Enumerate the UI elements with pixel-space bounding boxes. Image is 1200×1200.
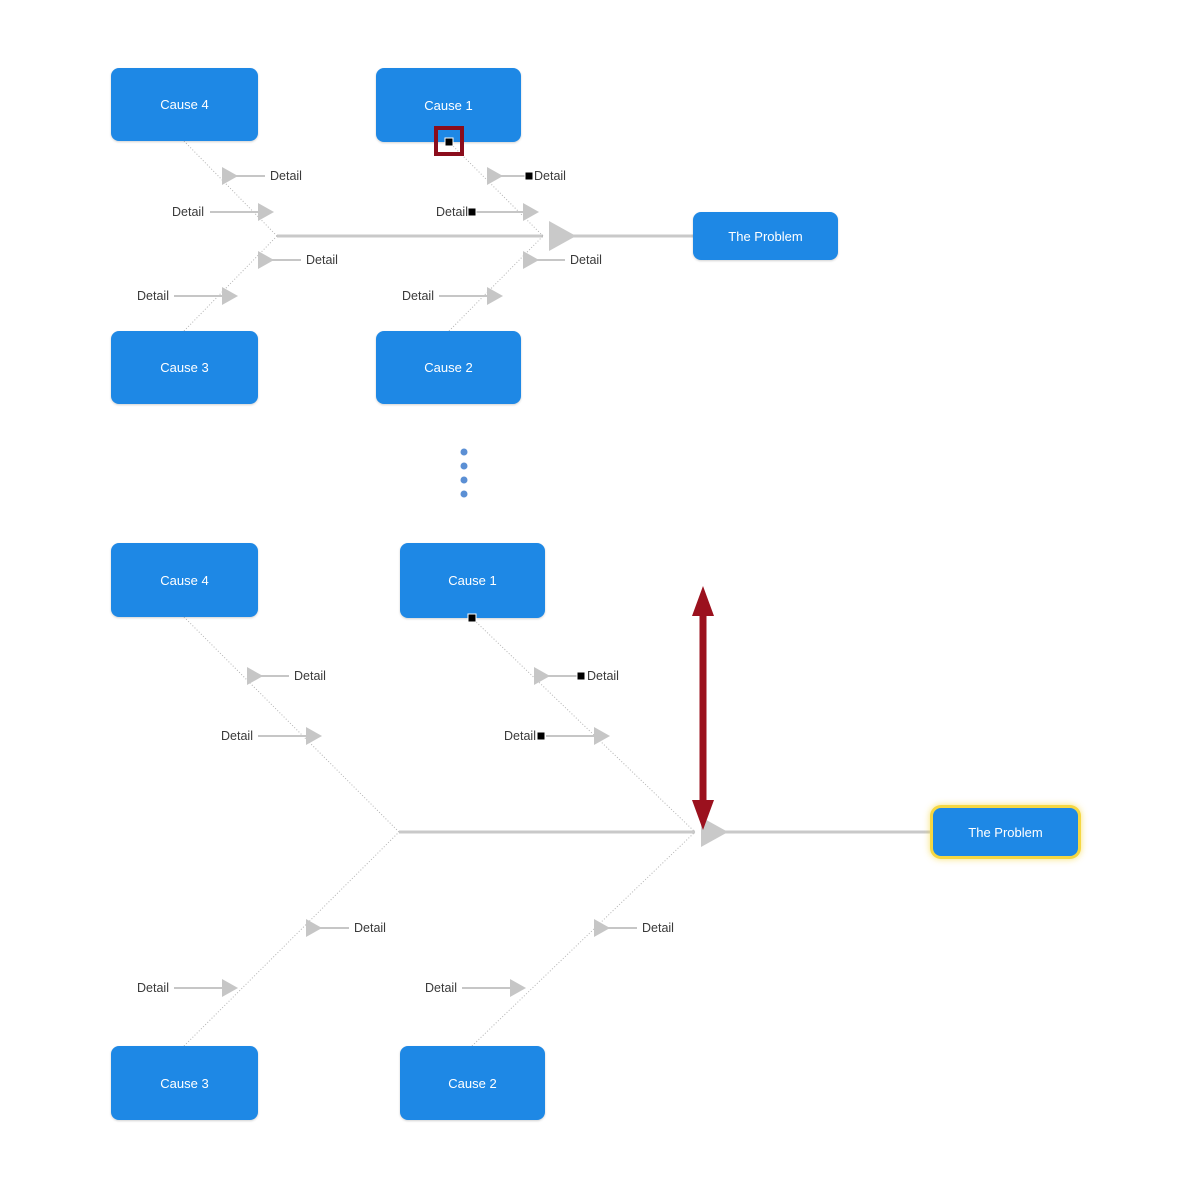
detail-label-top-fishbone-6[interactable]: Detail <box>570 254 602 267</box>
detail-endpoint-handle[interactable] <box>524 171 534 181</box>
branch-line-cause-1-bottom-fishbone <box>471 617 696 833</box>
node-label: Cause 3 <box>160 1075 209 1091</box>
separator-dot <box>460 448 468 456</box>
branch-endpoint-handle[interactable] <box>467 613 477 623</box>
branch-line-cause-4-top-fishbone <box>183 140 278 237</box>
node-cause-3[interactable]: Cause 3 <box>111 331 258 404</box>
detail-label-bottom-fishbone-2[interactable]: Detail <box>354 922 386 935</box>
branch-line-cause-2-top-fishbone <box>448 235 544 332</box>
branch-line-cause-3-top-fishbone <box>183 235 278 332</box>
separator-dot <box>460 490 468 498</box>
detail-label-bottom-fishbone-7[interactable]: Detail <box>425 982 457 995</box>
detail-label-bottom-fishbone-3[interactable]: Detail <box>137 982 169 995</box>
node-label: The Problem <box>728 228 803 244</box>
node-cause-2[interactable]: Cause 2 <box>376 331 521 404</box>
detail-label-top-fishbone-3[interactable]: Detail <box>137 290 169 303</box>
branch-line-cause-3-bottom-fishbone <box>183 831 400 1047</box>
node-cause-4[interactable]: Cause 4 <box>111 68 258 141</box>
node-label: Cause 2 <box>448 1075 497 1091</box>
node-label: Cause 1 <box>424 97 473 113</box>
detail-label-bottom-fishbone-4[interactable]: Detail <box>587 670 619 683</box>
node-cause-2[interactable]: Cause 2 <box>400 1046 545 1120</box>
detail-label-bottom-fishbone-6[interactable]: Detail <box>642 922 674 935</box>
detail-label-top-fishbone-7[interactable]: Detail <box>402 290 434 303</box>
node-label: Cause 3 <box>160 360 209 375</box>
node-cause-4[interactable]: Cause 4 <box>111 543 258 617</box>
detail-label-top-fishbone-1[interactable]: Detail <box>172 206 204 219</box>
detail-label-bottom-fishbone-5[interactable]: Detail <box>504 730 536 743</box>
node-the-problem[interactable]: The Problem <box>693 212 838 260</box>
highlight-annotation-box <box>434 126 464 156</box>
detail-label-top-fishbone-4[interactable]: Detail <box>534 170 566 183</box>
branch-line-cause-1-top-fishbone <box>448 141 544 237</box>
node-label: Cause 1 <box>448 573 497 588</box>
detail-endpoint-handle[interactable] <box>467 207 477 217</box>
detail-label-bottom-fishbone-0[interactable]: Detail <box>294 670 326 683</box>
detail-label-top-fishbone-5[interactable]: Detail <box>436 206 468 219</box>
node-cause-1[interactable]: Cause 1 <box>400 543 545 618</box>
detail-label-top-fishbone-0[interactable]: Detail <box>270 170 302 183</box>
node-label: Cause 4 <box>160 97 209 112</box>
separator-dot <box>460 462 468 470</box>
detail-endpoint-handle[interactable] <box>576 671 586 681</box>
detail-label-bottom-fishbone-1[interactable]: Detail <box>221 730 253 743</box>
detail-label-top-fishbone-2[interactable]: Detail <box>306 254 338 267</box>
node-label: Cause 2 <box>424 360 473 375</box>
annotation-double-arrow <box>692 586 714 830</box>
node-label: The Problem <box>968 824 1043 840</box>
detail-endpoint-handle[interactable] <box>536 731 546 741</box>
branch-line-cause-2-bottom-fishbone <box>471 831 696 1047</box>
fishbone-canvas: Cause 1 Cause 2 Cause 3 Cause 4 The Problem D… <box>0 0 1200 1200</box>
node-label: Cause 4 <box>160 572 209 588</box>
node-cause-3[interactable]: Cause 3 <box>111 1046 258 1120</box>
node-the-problem[interactable]: The Problem <box>933 808 1078 856</box>
branch-line-cause-4-bottom-fishbone <box>183 616 400 833</box>
separator-dot <box>460 476 468 484</box>
